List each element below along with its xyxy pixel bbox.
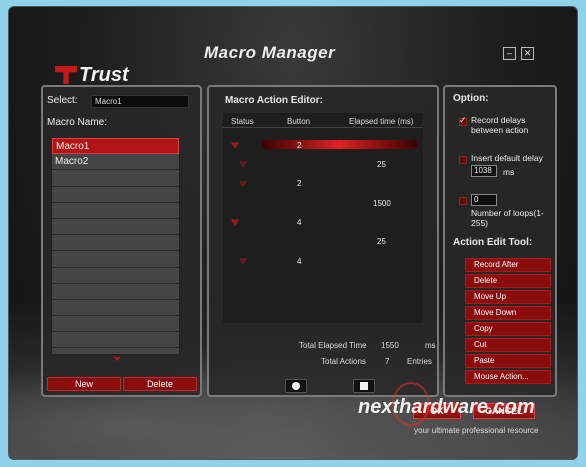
macro-list-item[interactable] — [52, 316, 179, 333]
options-panel: Option: Record delays between action Ins… — [443, 85, 557, 397]
total-elapsed-unit: ms — [425, 341, 436, 350]
action-elapsed-value: 1500 — [373, 198, 391, 208]
header-divider — [223, 127, 423, 128]
editor-title: Macro Action Editor: — [225, 95, 323, 106]
macro-list-item[interactable] — [52, 332, 179, 349]
column-header-elapsed: Elapsed time (ms) — [349, 117, 414, 126]
action-button-value: 2 — [297, 140, 302, 150]
tool-delete-button[interactable]: Delete — [465, 274, 551, 288]
total-actions-unit: Entries — [407, 357, 432, 366]
action-button-value: 2 — [297, 179, 302, 189]
minimize-button[interactable]: – — [503, 47, 516, 60]
loops-checkbox[interactable] — [459, 197, 467, 205]
insert-delay-checkbox[interactable] — [459, 156, 467, 164]
stop-button[interactable] — [353, 379, 375, 393]
watermark: nexthardware.com your ultimate professio… — [358, 382, 584, 446]
macro-list-item[interactable] — [52, 219, 179, 236]
total-elapsed-value: 1550 — [381, 341, 399, 350]
key-up-icon — [239, 180, 247, 188]
selected-action-highlight[interactable] — [261, 139, 417, 149]
watermark-tagline: your ultimate professional resource — [414, 426, 539, 435]
total-elapsed-label: Total Elapsed Time — [299, 341, 367, 350]
tool-cut-button[interactable]: Cut — [465, 338, 551, 352]
total-actions-label: Total Actions — [321, 357, 366, 366]
record-delays-checkbox[interactable] — [459, 115, 467, 126]
delete-macro-button[interactable]: Delete — [123, 377, 197, 391]
action-button-value: 4 — [297, 256, 302, 266]
scroll-down-icon[interactable] — [113, 357, 121, 361]
action-edit-tool-title: Action Edit Tool: — [453, 237, 533, 248]
close-button[interactable]: ✕ — [521, 47, 534, 60]
tool-mouse-action-button[interactable]: Mouse Action... — [465, 370, 551, 384]
macro-list-item[interactable] — [52, 235, 179, 252]
default-delay-input[interactable]: 1038 — [471, 165, 497, 177]
key-down-icon — [231, 218, 239, 226]
tool-move-down-button[interactable]: Move Down — [465, 306, 551, 320]
macro-list-item[interactable] — [52, 170, 179, 187]
action-elapsed-value: 25 — [377, 237, 386, 247]
macro-list-item[interactable]: Macro2 — [52, 154, 179, 171]
macro-list-item[interactable] — [52, 300, 179, 317]
tool-paste-button[interactable]: Paste — [465, 354, 551, 368]
loops-input[interactable]: 0 — [471, 194, 497, 206]
macro-select-field[interactable]: Macro1 — [91, 95, 189, 108]
action-button-value: 4 — [297, 217, 302, 227]
macro-list-item[interactable] — [52, 187, 179, 203]
action-elapsed-value: 25 — [377, 159, 386, 169]
macro-manager-window: Trust Macro Manager – ✕ Select: Macro1 M… — [8, 6, 578, 460]
select-label: Select: — [47, 95, 78, 106]
tool-copy-button[interactable]: Copy — [465, 322, 551, 336]
default-delay-unit: ms — [503, 167, 515, 177]
column-header-status: Status — [231, 117, 254, 126]
key-up-icon — [239, 257, 247, 265]
macro-list-item[interactable] — [52, 284, 179, 300]
record-icon — [292, 382, 300, 390]
action-grid[interactable]: Status Button Elapsed time (ms) 2 25 2 1500… — [223, 113, 423, 323]
new-macro-button[interactable]: New — [47, 377, 121, 391]
macro-list-item[interactable] — [52, 203, 179, 219]
macro-list[interactable]: Macro1 Macro2 — [51, 137, 180, 355]
brand-text: Trust — [79, 63, 129, 86]
tool-record-after-button[interactable]: Record After — [465, 258, 551, 272]
macro-list-item[interactable] — [52, 251, 179, 268]
column-header-button: Button — [287, 117, 311, 126]
record-button[interactable] — [285, 379, 307, 393]
macro-action-editor-panel: Macro Action Editor: Status Button Elaps… — [207, 85, 439, 397]
macro-list-item[interactable] — [52, 268, 179, 284]
stop-icon — [360, 382, 368, 390]
macro-list-panel: Select: Macro1 Macro Name: Macro1 Macro2 … — [41, 85, 202, 397]
watermark-main-text: nexthardware.com — [358, 396, 535, 418]
macro-name-label: Macro Name: — [47, 117, 108, 128]
total-actions-value: 7 — [385, 357, 390, 366]
tool-move-up-button[interactable]: Move Up — [465, 290, 551, 304]
key-up-icon — [239, 160, 247, 168]
macro-list-item[interactable]: Macro1 — [52, 138, 179, 155]
trust-t-icon — [55, 66, 77, 84]
insert-delay-label: Insert default delay — [471, 153, 543, 163]
loops-label: Number of loops(1-255) — [471, 208, 544, 228]
window-title: Macro Manager — [204, 43, 336, 62]
key-down-icon — [231, 141, 239, 149]
record-delays-label: Record delays between action — [471, 115, 529, 135]
trust-logo: Trust — [55, 63, 129, 87]
option-title: Option: — [453, 93, 489, 104]
